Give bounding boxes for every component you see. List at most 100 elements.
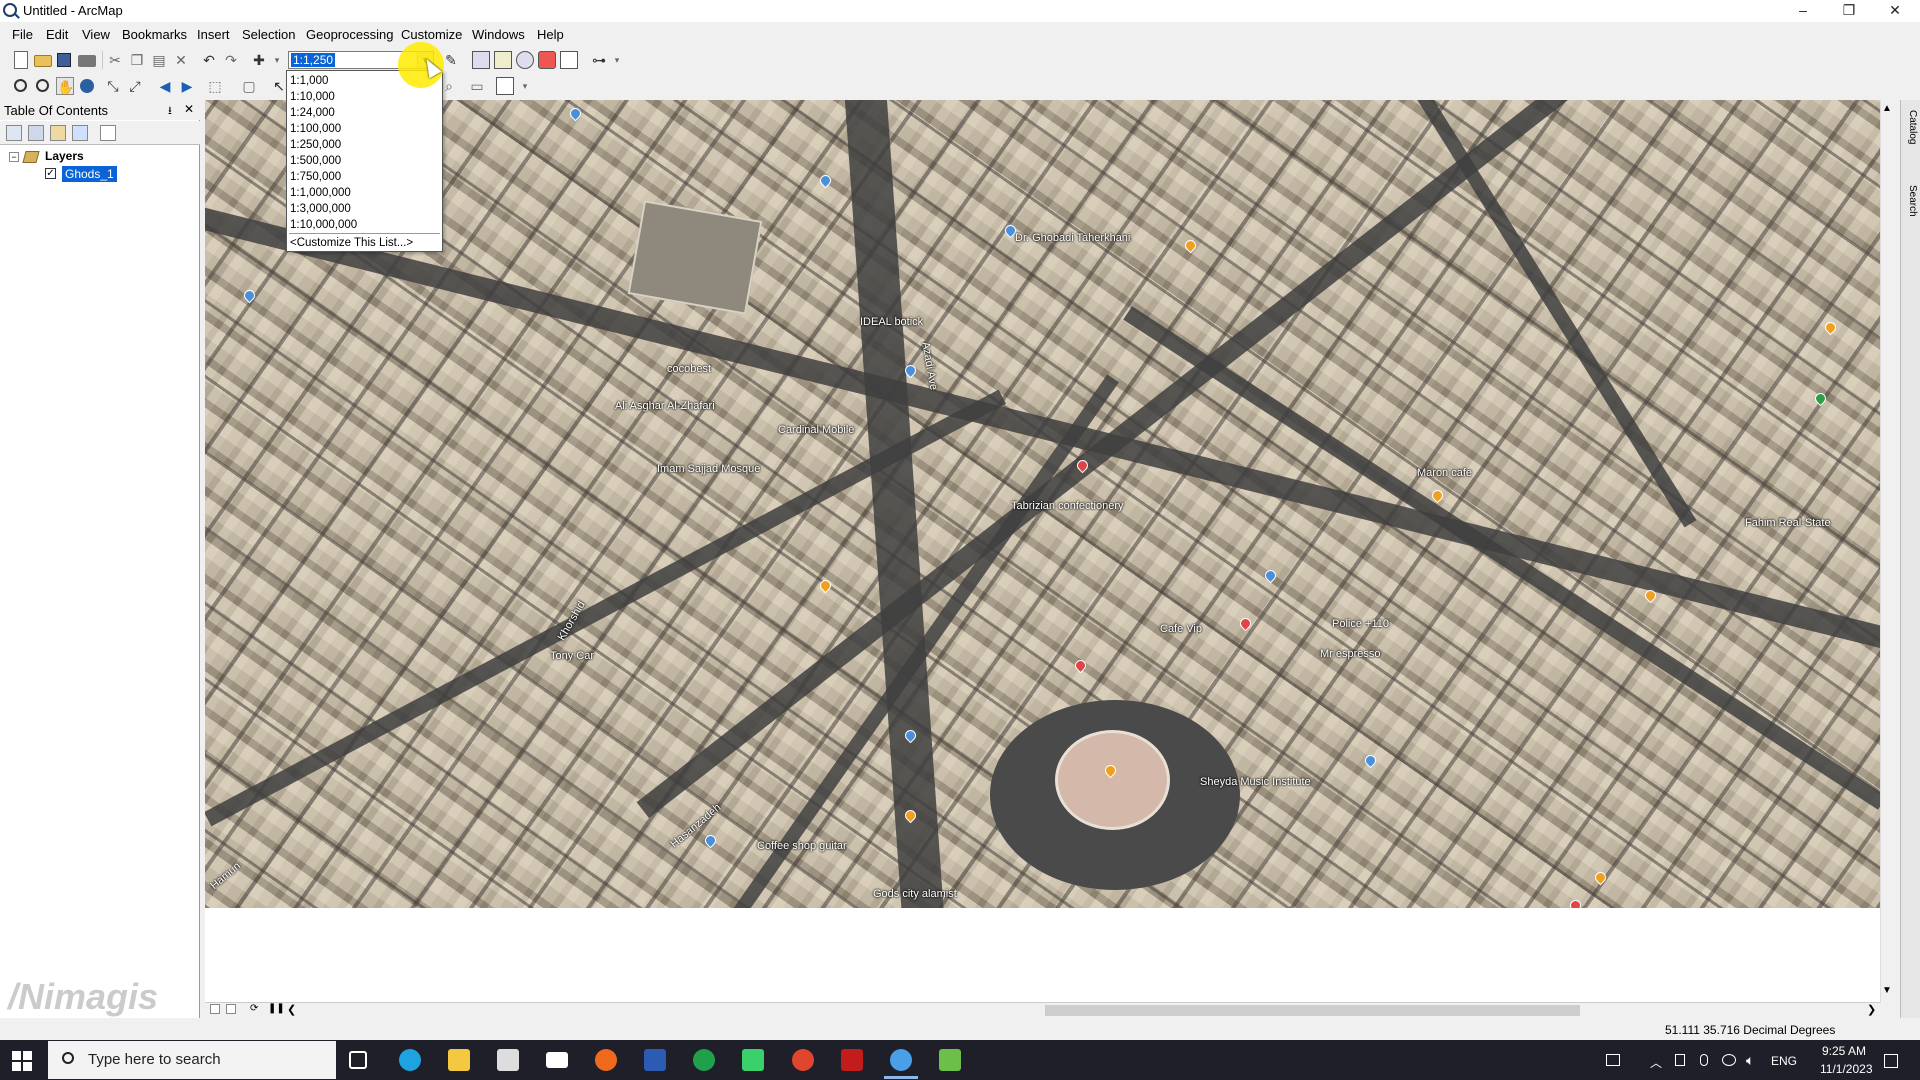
clock-time[interactable]: 9:25 AM bbox=[1822, 1044, 1866, 1058]
catalog-tab[interactable]: Catalog bbox=[1902, 110, 1918, 144]
scale-option[interactable]: 1:10,000,000 bbox=[290, 217, 357, 233]
pin-icon[interactable]: ⭳ bbox=[168, 102, 172, 121]
back-extent-icon[interactable]: ◀ bbox=[156, 77, 174, 95]
layers-collapse-icon[interactable]: − bbox=[9, 152, 19, 162]
open-folder-icon[interactable] bbox=[34, 55, 52, 67]
poi-marker-icon[interactable] bbox=[1362, 752, 1379, 769]
catalog-window-icon[interactable] bbox=[494, 51, 512, 69]
mail-icon[interactable] bbox=[546, 1052, 568, 1068]
copy-icon[interactable]: ❐ bbox=[128, 51, 146, 69]
windows-start-icon[interactable] bbox=[12, 1051, 32, 1071]
go-to-xy-icon[interactable]: ▭ bbox=[468, 77, 486, 95]
poi-marker-icon[interactable] bbox=[1182, 237, 1199, 254]
scale-option[interactable]: 1:3,000,000 bbox=[290, 201, 351, 217]
forward-extent-icon[interactable]: ▶ bbox=[178, 77, 196, 95]
poi-marker-icon[interactable] bbox=[817, 577, 834, 594]
chevron-up-icon[interactable]: ︿ bbox=[1650, 1054, 1662, 1071]
customize-scale-list-option[interactable]: <Customize This List...> bbox=[290, 235, 413, 251]
arcmap-taskbar-icon[interactable] bbox=[890, 1049, 912, 1071]
scale-option[interactable]: 1:1,000 bbox=[290, 73, 328, 89]
vertical-scrollbar[interactable] bbox=[1880, 100, 1897, 1003]
poi-marker-icon[interactable] bbox=[1592, 869, 1609, 886]
clear-selection-icon[interactable]: ▢ bbox=[240, 77, 258, 95]
list-by-drawing-order-icon[interactable] bbox=[6, 125, 22, 141]
fixed-zoom-out-icon[interactable]: ⤢ bbox=[126, 77, 144, 95]
menu-windows[interactable]: Windows bbox=[472, 27, 525, 42]
menu-selection[interactable]: Selection bbox=[242, 27, 295, 42]
clock-date[interactable]: 11/1/2023 bbox=[1820, 1062, 1873, 1076]
menu-help[interactable]: Help bbox=[537, 27, 564, 42]
list-by-visibility-icon[interactable] bbox=[50, 125, 66, 141]
keyboard-tray-icon[interactable] bbox=[1606, 1054, 1620, 1066]
cut-icon[interactable]: ✂ bbox=[106, 51, 124, 69]
layout-view-button[interactable] bbox=[226, 1004, 236, 1014]
firefox-icon[interactable] bbox=[595, 1049, 617, 1071]
chrome-icon[interactable] bbox=[792, 1049, 814, 1071]
acrobat-icon[interactable] bbox=[841, 1049, 863, 1071]
scale-option[interactable]: 1:24,000 bbox=[290, 105, 335, 121]
layers-group-label[interactable]: Layers bbox=[45, 149, 84, 163]
scale-option[interactable]: 1:750,000 bbox=[290, 169, 341, 185]
toolbar-options-icon[interactable]: ▾ bbox=[516, 77, 534, 95]
toc-options-icon[interactable] bbox=[100, 125, 116, 141]
poi-marker-icon[interactable] bbox=[1812, 390, 1829, 407]
menu-customize[interactable]: Customize bbox=[401, 27, 462, 42]
refresh-icon[interactable]: ⟳ bbox=[250, 1003, 258, 1014]
print-icon[interactable] bbox=[78, 55, 96, 67]
save-icon[interactable] bbox=[57, 53, 71, 67]
poi-marker-icon[interactable] bbox=[1072, 657, 1089, 674]
scroll-left-icon[interactable]: ❮ bbox=[287, 1003, 296, 1016]
select-features-icon[interactable]: ⬚ bbox=[206, 77, 224, 95]
task-view-icon[interactable] bbox=[349, 1051, 367, 1069]
file-explorer-icon[interactable] bbox=[448, 1049, 470, 1071]
scroll-down-icon[interactable]: ▼ bbox=[1882, 985, 1892, 996]
speaker-icon[interactable]: 🔈︎ bbox=[1746, 1052, 1754, 1069]
new-document-icon[interactable] bbox=[14, 51, 28, 69]
edge-icon[interactable] bbox=[399, 1049, 421, 1071]
toolbar-options-icon[interactable]: ▾ bbox=[608, 51, 626, 69]
delete-icon[interactable]: ✕ bbox=[172, 51, 190, 69]
poi-marker-icon[interactable] bbox=[1237, 615, 1254, 632]
layer-name-ghods-1[interactable]: Ghods_1 bbox=[62, 166, 117, 182]
python-window-icon[interactable] bbox=[560, 51, 578, 69]
poi-marker-icon[interactable] bbox=[567, 105, 584, 122]
scale-option[interactable]: 1:1,000,000 bbox=[290, 185, 351, 201]
add-data-dropdown-icon[interactable]: ▾ bbox=[268, 51, 286, 69]
modelbuilder-icon[interactable]: ⊶ bbox=[590, 51, 608, 69]
fixed-zoom-in-icon[interactable]: ⤡ bbox=[104, 77, 122, 95]
pause-drawing-icon[interactable]: ❚❚ bbox=[268, 1003, 285, 1014]
data-view-button[interactable] bbox=[210, 1004, 220, 1014]
menu-file[interactable]: File bbox=[12, 27, 33, 42]
language-indicator[interactable]: ENG bbox=[1771, 1054, 1797, 1068]
poi-marker-icon[interactable] bbox=[1262, 567, 1279, 584]
microphone-tray-icon[interactable] bbox=[1700, 1054, 1708, 1066]
map-display[interactable]: Ali Asghar Al-Zhafari Dr. Ghobadi Taherk… bbox=[205, 100, 1880, 908]
network-tray-icon[interactable] bbox=[1675, 1054, 1685, 1066]
app-icon-screen[interactable] bbox=[742, 1049, 764, 1071]
paste-icon[interactable]: ▤ bbox=[150, 51, 168, 69]
minimize-button[interactable]: – bbox=[1780, 0, 1826, 22]
notifications-icon[interactable] bbox=[1884, 1054, 1898, 1068]
list-by-source-icon[interactable] bbox=[28, 125, 44, 141]
poi-marker-icon[interactable] bbox=[1822, 319, 1839, 336]
poi-marker-icon[interactable] bbox=[241, 287, 258, 304]
menu-geoprocessing[interactable]: Geoprocessing bbox=[306, 27, 393, 42]
poi-marker-icon[interactable] bbox=[817, 172, 834, 189]
html-popup-icon[interactable] bbox=[496, 77, 514, 95]
scroll-up-icon[interactable]: ▲ bbox=[1882, 103, 1892, 114]
zoom-out-icon[interactable] bbox=[36, 79, 49, 92]
redo-icon[interactable]: ↷ bbox=[222, 51, 240, 69]
editor-toolbar-icon[interactable]: ✎ bbox=[442, 51, 460, 69]
undo-icon[interactable]: ↶ bbox=[200, 51, 218, 69]
search-window-icon[interactable] bbox=[516, 51, 534, 69]
pan-hand-icon[interactable]: ✋ bbox=[56, 77, 74, 95]
add-data-icon[interactable]: ✚ bbox=[250, 51, 268, 69]
store-icon[interactable] bbox=[497, 1049, 519, 1071]
menu-bookmarks[interactable]: Bookmarks bbox=[122, 27, 187, 42]
scale-option[interactable]: 1:10,000 bbox=[290, 89, 335, 105]
scale-option[interactable]: 1:100,000 bbox=[290, 121, 341, 137]
horizontal-scrollbar[interactable] bbox=[205, 1002, 1880, 1018]
app-icon-chart[interactable] bbox=[939, 1049, 961, 1071]
globe-tray-icon[interactable] bbox=[1722, 1054, 1736, 1066]
horizontal-scroll-thumb[interactable] bbox=[1045, 1005, 1580, 1016]
